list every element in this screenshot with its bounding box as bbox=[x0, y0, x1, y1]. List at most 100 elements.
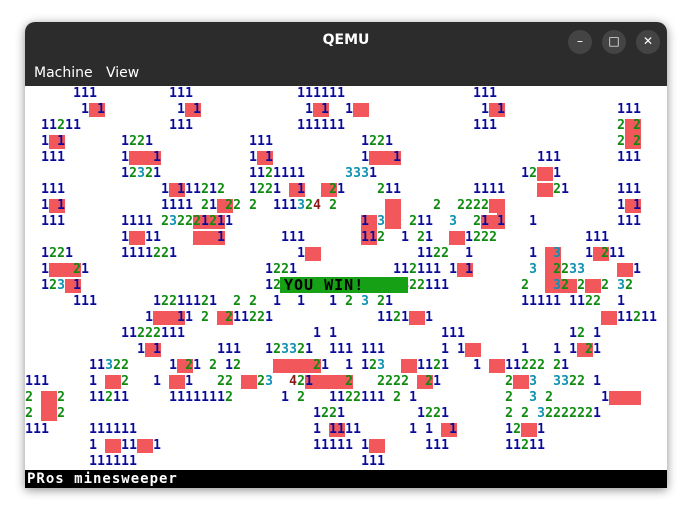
number-cell[interactable]: 1 bbox=[401, 263, 409, 277]
number-cell[interactable]: 1 bbox=[121, 167, 129, 181]
number-cell[interactable]: 1 bbox=[137, 343, 145, 357]
number-cell[interactable]: 1 bbox=[249, 135, 257, 149]
number-cell[interactable]: 1 bbox=[385, 135, 393, 149]
number-cell[interactable]: 1 bbox=[121, 151, 129, 165]
number-cell[interactable]: 1 bbox=[441, 407, 449, 421]
number-cell[interactable]: 1 bbox=[521, 295, 529, 309]
number-cell[interactable]: 1 bbox=[361, 231, 369, 245]
number-cell[interactable]: 1 bbox=[153, 231, 161, 245]
number-cell[interactable]: 1 bbox=[377, 391, 385, 405]
number-cell[interactable]: 1 bbox=[505, 439, 513, 453]
number-cell[interactable]: 2 bbox=[249, 295, 257, 309]
number-cell[interactable]: 1 bbox=[321, 87, 329, 101]
number-cell[interactable]: 1 bbox=[321, 439, 329, 453]
number-cell[interactable]: 2 bbox=[193, 215, 201, 229]
number-cell[interactable]: 1 bbox=[121, 215, 129, 229]
number-cell[interactable]: 2 bbox=[209, 359, 217, 373]
number-cell[interactable]: 2 bbox=[569, 407, 577, 421]
number-cell[interactable]: 1 bbox=[641, 311, 649, 325]
number-cell[interactable]: 2 bbox=[473, 199, 481, 213]
number-cell[interactable]: 2 bbox=[633, 135, 641, 149]
number-cell[interactable]: 1 bbox=[449, 423, 457, 437]
number-cell[interactable]: 1 bbox=[249, 151, 257, 165]
number-cell[interactable]: 1 bbox=[449, 327, 457, 341]
number-cell[interactable]: 2 bbox=[577, 407, 585, 421]
number-cell[interactable]: 3 bbox=[553, 247, 561, 261]
number-cell[interactable]: 1 bbox=[633, 263, 641, 277]
number-cell[interactable]: 2 bbox=[257, 311, 265, 325]
number-cell[interactable]: 1 bbox=[337, 343, 345, 357]
number-cell[interactable]: 1 bbox=[505, 423, 513, 437]
number-cell[interactable]: 1 bbox=[129, 247, 137, 261]
menu-view[interactable]: View bbox=[106, 65, 139, 81]
number-cell[interactable]: 1 bbox=[41, 215, 49, 229]
number-cell[interactable]: 2 bbox=[561, 263, 569, 277]
number-cell[interactable]: 1 bbox=[425, 423, 433, 437]
number-cell[interactable]: 1 bbox=[177, 391, 185, 405]
number-cell[interactable]: 2 bbox=[521, 439, 529, 453]
number-cell[interactable]: 1 bbox=[545, 151, 553, 165]
number-cell[interactable]: 2 bbox=[185, 215, 193, 229]
number-cell[interactable]: 1 bbox=[417, 263, 425, 277]
number-cell[interactable]: 2 bbox=[401, 375, 409, 389]
minimize-button[interactable]: – bbox=[568, 30, 592, 54]
number-cell[interactable]: 1 bbox=[41, 247, 49, 261]
number-cell[interactable]: 1 bbox=[345, 343, 353, 357]
number-cell[interactable]: 1 bbox=[449, 263, 457, 277]
number-cell[interactable]: 1 bbox=[473, 87, 481, 101]
number-cell[interactable]: 1 bbox=[321, 359, 329, 373]
number-cell[interactable]: 1 bbox=[153, 439, 161, 453]
number-cell[interactable]: 1 bbox=[145, 215, 153, 229]
number-cell[interactable]: 1 bbox=[73, 119, 81, 133]
number-cell[interactable]: 1 bbox=[81, 103, 89, 117]
number-cell[interactable]: 1 bbox=[345, 423, 353, 437]
number-cell[interactable]: 2 bbox=[393, 391, 401, 405]
number-cell[interactable]: 1 bbox=[297, 167, 305, 181]
number-cell[interactable]: 1 bbox=[385, 295, 393, 309]
number-cell[interactable]: 2 bbox=[265, 167, 273, 181]
number-cell[interactable]: 1 bbox=[625, 183, 633, 197]
number-cell[interactable]: 2 bbox=[585, 343, 593, 357]
number-cell[interactable]: 2 bbox=[297, 343, 305, 357]
number-cell[interactable]: 1 bbox=[529, 295, 537, 309]
number-cell[interactable]: 1 bbox=[377, 455, 385, 469]
number-cell[interactable]: 1 bbox=[121, 327, 129, 341]
number-cell[interactable]: 1 bbox=[217, 343, 225, 357]
number-cell[interactable]: 1 bbox=[305, 87, 313, 101]
number-cell[interactable]: 1 bbox=[65, 119, 73, 133]
number-cell[interactable]: 1 bbox=[369, 231, 377, 245]
number-cell[interactable]: 1 bbox=[369, 391, 377, 405]
number-cell[interactable]: 1 bbox=[57, 215, 65, 229]
number-cell[interactable]: 2 bbox=[585, 407, 593, 421]
number-cell[interactable]: 1 bbox=[425, 247, 433, 261]
number-cell[interactable]: 1 bbox=[377, 311, 385, 325]
number-cell[interactable]: 2 bbox=[201, 183, 209, 197]
number-cell[interactable]: 1 bbox=[137, 247, 145, 261]
number-cell[interactable]: 2 bbox=[353, 391, 361, 405]
number-cell[interactable]: 1 bbox=[329, 343, 337, 357]
number-cell[interactable]: 2 bbox=[377, 231, 385, 245]
number-cell[interactable]: 1 bbox=[177, 119, 185, 133]
number-cell[interactable]: 1 bbox=[217, 215, 225, 229]
number-cell[interactable]: 1 bbox=[537, 151, 545, 165]
number-cell[interactable]: 1 bbox=[537, 439, 545, 453]
number-cell[interactable]: 1 bbox=[361, 439, 369, 453]
number-cell[interactable]: 1 bbox=[161, 199, 169, 213]
number-cell[interactable]: 2 bbox=[297, 375, 305, 389]
number-cell[interactable]: 1 bbox=[537, 423, 545, 437]
number-cell[interactable]: 2 bbox=[433, 247, 441, 261]
number-cell[interactable]: 1 bbox=[129, 455, 137, 469]
number-cell[interactable]: 1 bbox=[97, 391, 105, 405]
number-cell[interactable]: 2 bbox=[57, 407, 65, 421]
number-cell[interactable]: 2 bbox=[137, 135, 145, 149]
number-cell[interactable]: 1 bbox=[553, 343, 561, 357]
number-cell[interactable]: 2 bbox=[465, 199, 473, 213]
number-cell[interactable]: 1 bbox=[609, 247, 617, 261]
number-cell[interactable]: 3 bbox=[377, 359, 385, 373]
number-cell[interactable]: 4 bbox=[289, 375, 297, 389]
number-cell[interactable]: 1 bbox=[417, 359, 425, 373]
number-cell[interactable]: 1 bbox=[385, 183, 393, 197]
number-cell[interactable]: 2 bbox=[225, 311, 233, 325]
number-cell[interactable]: 1 bbox=[337, 183, 345, 197]
number-cell[interactable]: 2 bbox=[537, 359, 545, 373]
